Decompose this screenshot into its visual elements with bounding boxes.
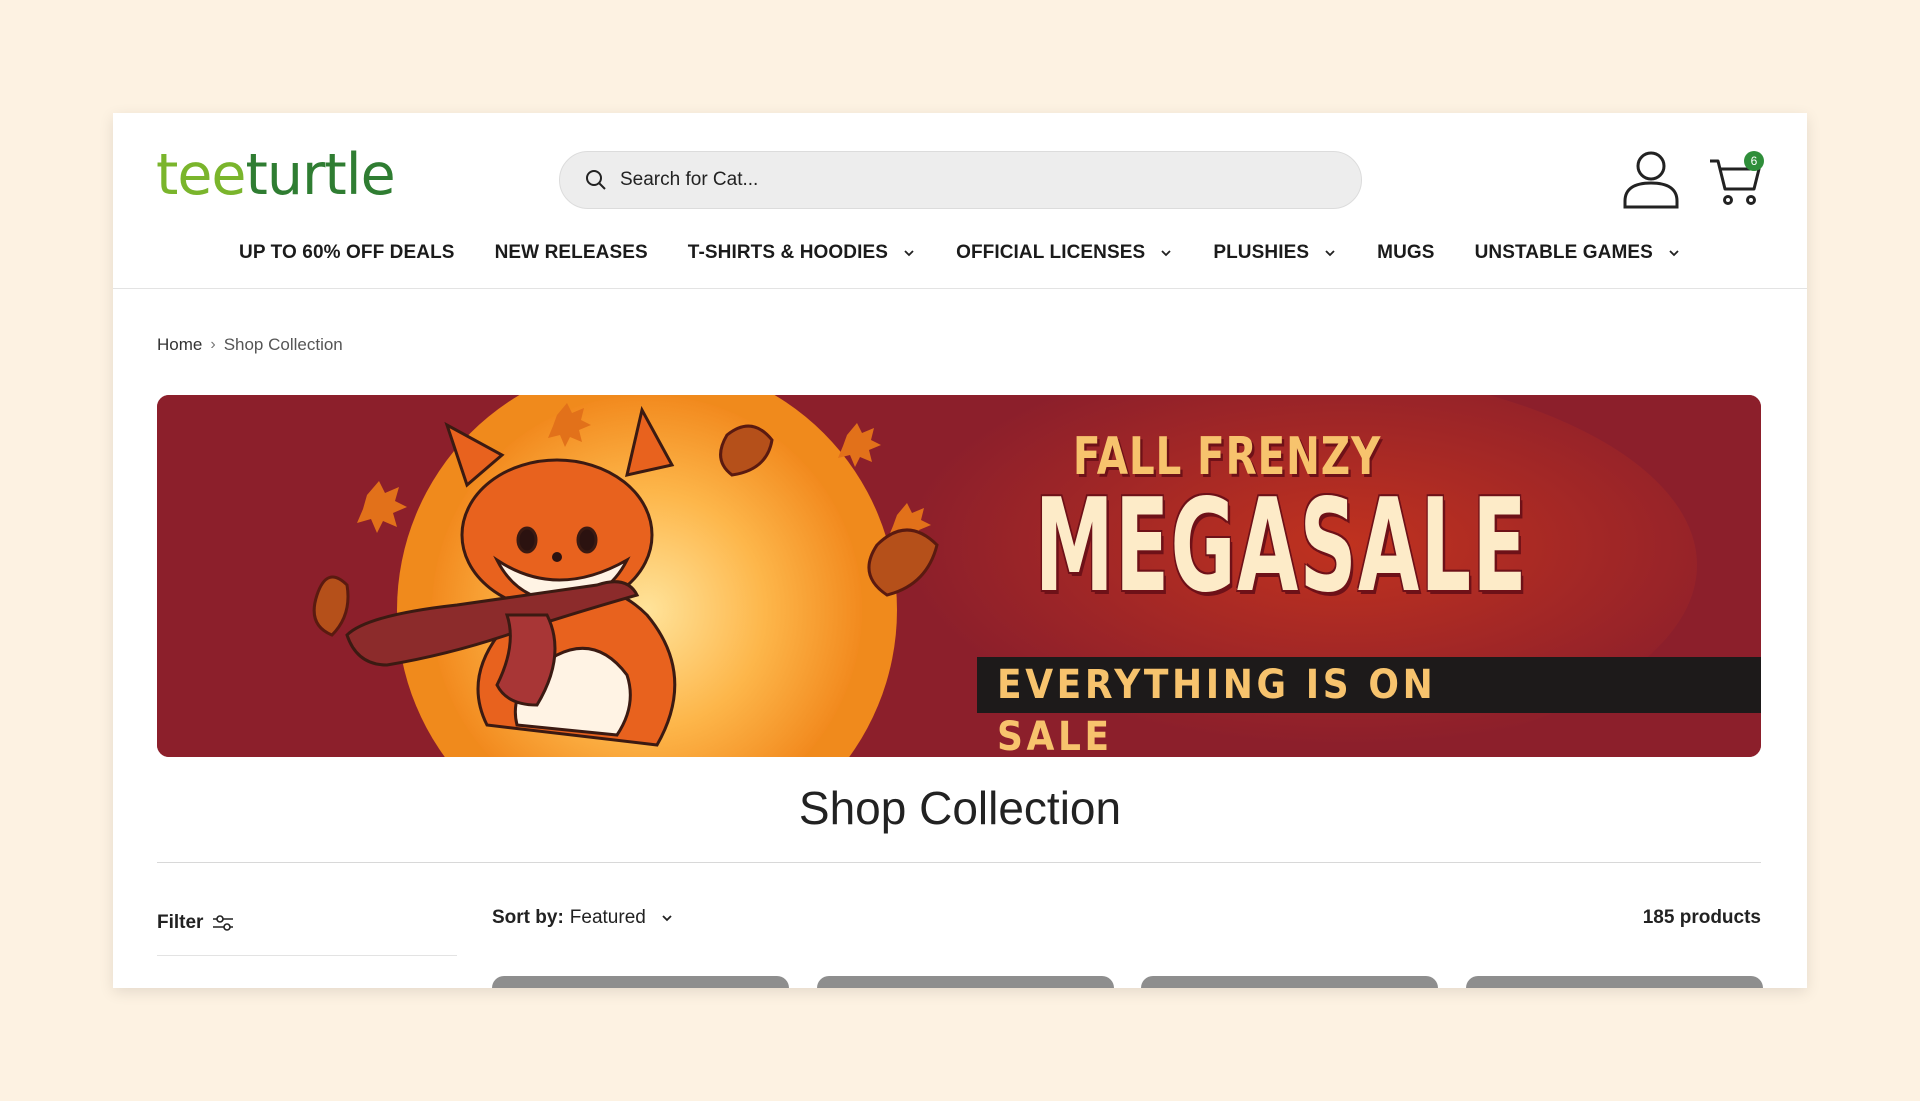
fall-sale-banner[interactable]: FALL FRENZY MEGASALE EVERYTHING IS ON SA… [157,395,1761,757]
nav-item-tshirts-hoodies[interactable]: T-SHIRTS & HOODIES [688,238,916,268]
product-card[interactable] [492,976,789,988]
product-count: 185 products [1642,907,1761,928]
product-card[interactable] [1466,976,1763,988]
search-icon [586,170,606,190]
header-divider [113,288,1807,289]
title-divider [157,862,1761,863]
product-card[interactable] [1141,976,1438,988]
nav-item-official-licenses[interactable]: OFFICIAL LICENSES [956,238,1173,268]
breadcrumb-current: Shop Collection [223,335,343,354]
nav-item-new-releases[interactable]: NEW RELEASES [495,238,648,268]
main-nav: UP TO 60% OFF DEALS NEW RELEASES T-SHIRT… [113,238,1807,268]
filter-divider [157,955,457,956]
teeturtle-logo[interactable]: teeturtle [156,147,396,204]
sort-value: Featured [569,907,646,928]
product-card[interactable] [817,976,1114,988]
sort-dropdown[interactable]: Sort by: Featured [492,907,674,929]
chevron-right-icon: › [210,336,216,353]
cart-count-badge: 6 [1744,151,1764,171]
chevron-down-icon [1325,250,1335,257]
breadcrumb: Home › Shop Collection [157,335,343,355]
filter-button[interactable]: Filter [157,912,235,934]
nav-item-plushies[interactable]: PLUSHIES [1213,238,1337,268]
search-bar[interactable] [559,151,1362,209]
page-title: Shop Collection [798,782,1122,834]
breadcrumb-home-link[interactable]: Home [157,335,202,355]
browser-page: teeturtle 6 UP TO 60% OFF DEALS NEW RELE… [113,113,1807,988]
nav-item-deals[interactable]: UP TO 60% OFF DEALS [239,238,455,268]
account-icon[interactable] [1622,149,1680,209]
chevron-down-icon [1669,250,1679,257]
nav-item-unstable-games[interactable]: UNSTABLE GAMES [1475,238,1681,268]
chevron-down-icon [662,915,672,922]
chevron-down-icon [904,250,914,257]
search-input[interactable] [620,169,1320,191]
chevron-down-icon [1161,250,1171,257]
banner-artwork [157,395,1761,757]
nav-item-mugs[interactable]: MUGS [1377,238,1434,268]
filter-sliders-icon [213,915,234,931]
